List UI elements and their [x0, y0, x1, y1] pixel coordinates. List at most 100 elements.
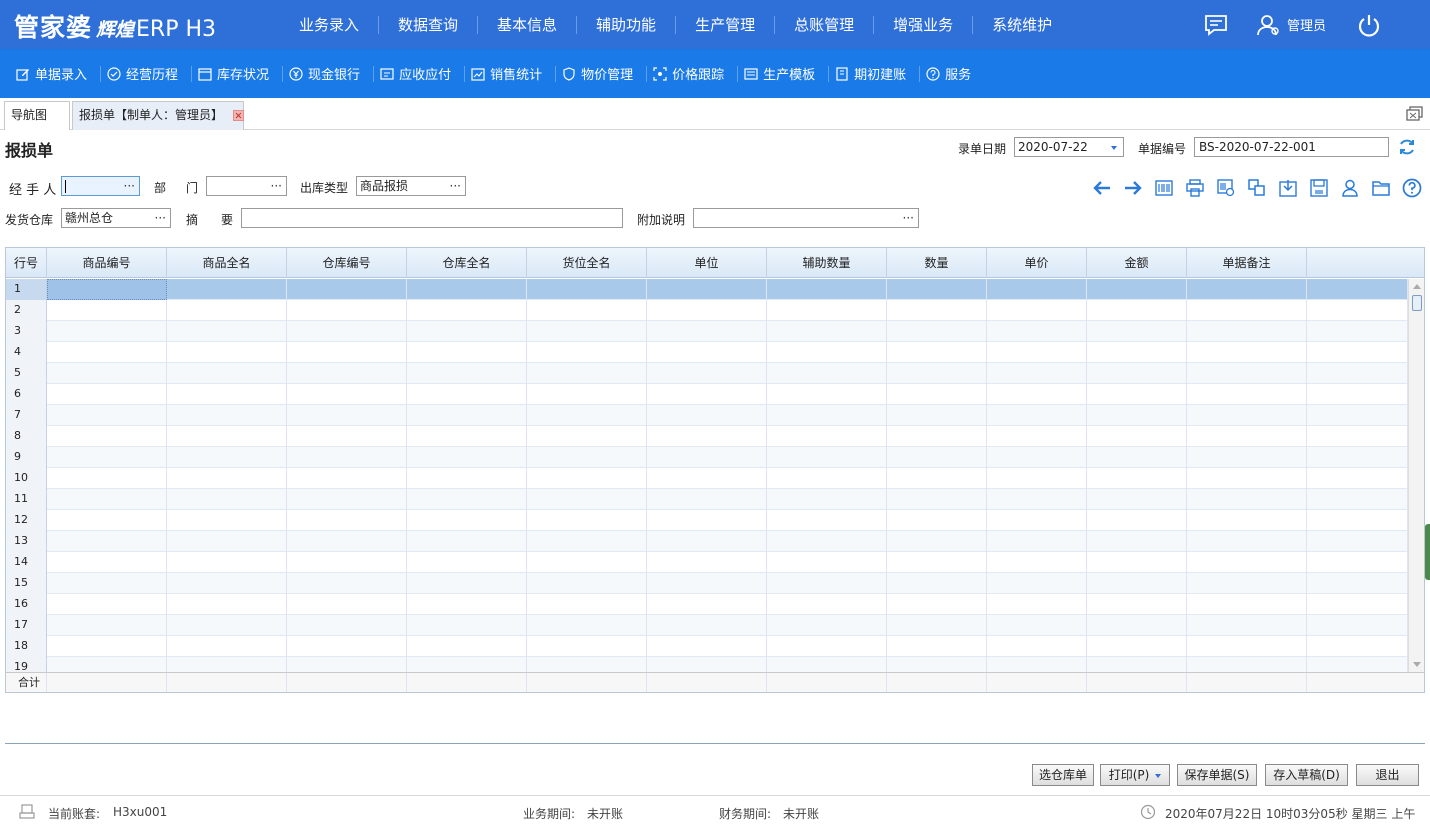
table-row[interactable]: 18 [6, 636, 1408, 657]
table-cell[interactable] [287, 510, 407, 531]
table-cell[interactable] [167, 636, 287, 657]
table-row[interactable]: 5 [6, 363, 1408, 384]
table-cell[interactable] [287, 489, 407, 510]
table-cell[interactable] [887, 636, 987, 657]
table-cell[interactable] [527, 384, 647, 405]
table-cell[interactable] [1087, 489, 1187, 510]
date-select[interactable]: 2020-07-22 [1014, 137, 1124, 157]
subnav-item-inventory[interactable]: 库存状况 [192, 65, 284, 83]
table-cell[interactable] [767, 468, 887, 489]
side-panel-handle[interactable] [1425, 524, 1430, 580]
scroll-thumb[interactable] [1412, 295, 1422, 311]
table-cell[interactable] [47, 636, 167, 657]
table-cell[interactable] [767, 300, 887, 321]
table-cell[interactable] [767, 321, 887, 342]
table-cell[interactable] [987, 531, 1087, 552]
table-cell[interactable] [1307, 552, 1408, 573]
table-cell[interactable] [167, 405, 287, 426]
table-cell[interactable] [1087, 426, 1187, 447]
table-cell[interactable] [1087, 321, 1187, 342]
table-cell[interactable] [647, 636, 767, 657]
table-row[interactable]: 6 [6, 384, 1408, 405]
table-cell[interactable] [987, 636, 1087, 657]
table-cell[interactable] [1187, 363, 1307, 384]
table-cell[interactable] [527, 300, 647, 321]
table-cell[interactable] [1087, 468, 1187, 489]
table-cell[interactable] [1187, 594, 1307, 615]
table-cell[interactable] [1307, 636, 1408, 657]
table-cell[interactable] [47, 489, 167, 510]
table-cell[interactable] [167, 468, 287, 489]
table-cell[interactable] [287, 594, 407, 615]
table-row[interactable]: 1 [6, 279, 1408, 300]
table-cell[interactable] [167, 489, 287, 510]
column-header-amount[interactable]: 金额 [1087, 248, 1187, 278]
table-cell[interactable] [767, 552, 887, 573]
table-cell[interactable] [1087, 615, 1187, 636]
table-cell[interactable] [1187, 615, 1307, 636]
select-warehouse-order-button[interactable]: 选仓库单 [1032, 764, 1094, 786]
topnav-item-enhanced[interactable]: 增强业务 [874, 15, 974, 34]
table-cell[interactable] [1087, 447, 1187, 468]
table-cell[interactable] [1307, 321, 1408, 342]
table-cell[interactable] [407, 552, 527, 573]
table-cell[interactable] [47, 342, 167, 363]
table-cell[interactable] [287, 636, 407, 657]
refresh-icon[interactable] [1397, 137, 1417, 160]
table-cell[interactable] [47, 573, 167, 594]
table-row[interactable]: 15 [6, 573, 1408, 594]
more-icon[interactable]: ··· [155, 209, 166, 227]
table-cell[interactable] [1087, 552, 1187, 573]
table-cell[interactable] [987, 510, 1087, 531]
table-cell[interactable] [1087, 594, 1187, 615]
table-cell[interactable] [647, 300, 767, 321]
table-cell[interactable] [1087, 636, 1187, 657]
table-cell[interactable] [527, 573, 647, 594]
table-cell[interactable] [887, 510, 987, 531]
table-cell[interactable] [287, 342, 407, 363]
message-icon[interactable] [1203, 12, 1229, 38]
column-header-row-no[interactable]: 行号 [6, 248, 47, 278]
table-cell[interactable] [767, 384, 887, 405]
table-cell[interactable] [47, 384, 167, 405]
table-row[interactable]: 16 [6, 594, 1408, 615]
table-cell[interactable] [407, 468, 527, 489]
more-icon[interactable]: ··· [450, 177, 461, 195]
table-cell[interactable] [407, 321, 527, 342]
table-cell[interactable] [527, 552, 647, 573]
table-cell[interactable] [987, 447, 1087, 468]
table-cell[interactable] [647, 573, 767, 594]
table-cell[interactable] [647, 552, 767, 573]
table-row[interactable]: 10 [6, 468, 1408, 489]
table-cell[interactable] [887, 363, 987, 384]
table-cell[interactable] [167, 573, 287, 594]
more-icon[interactable]: ··· [124, 177, 135, 195]
table-cell[interactable] [1187, 426, 1307, 447]
table-cell[interactable] [407, 363, 527, 384]
column-header-location-name[interactable]: 货位全名 [527, 248, 647, 278]
table-cell[interactable] [527, 447, 647, 468]
table-cell[interactable] [1307, 510, 1408, 531]
table-cell[interactable] [47, 468, 167, 489]
column-header-warehouse-name[interactable]: 仓库全名 [407, 248, 527, 278]
table-cell[interactable] [647, 615, 767, 636]
table-cell[interactable] [1307, 594, 1408, 615]
tab-damage-report[interactable]: 报损单【制单人：管理员】 [72, 101, 244, 130]
table-cell[interactable] [987, 489, 1087, 510]
table-cell[interactable] [527, 594, 647, 615]
table-cell[interactable] [887, 552, 987, 573]
barcode-settings-icon[interactable] [1210, 177, 1241, 199]
table-cell[interactable] [1307, 447, 1408, 468]
table-row[interactable]: 2 [6, 300, 1408, 321]
import-icon[interactable] [1272, 177, 1303, 199]
table-cell[interactable] [1187, 405, 1307, 426]
table-cell[interactable] [647, 321, 767, 342]
user-icon[interactable] [1255, 12, 1281, 38]
table-cell[interactable] [1307, 279, 1408, 300]
table-cell[interactable] [167, 279, 287, 300]
table-cell[interactable] [1307, 363, 1408, 384]
table-cell[interactable] [287, 573, 407, 594]
table-cell[interactable] [987, 468, 1087, 489]
table-row[interactable]: 9 [6, 447, 1408, 468]
table-cell[interactable] [1187, 342, 1307, 363]
